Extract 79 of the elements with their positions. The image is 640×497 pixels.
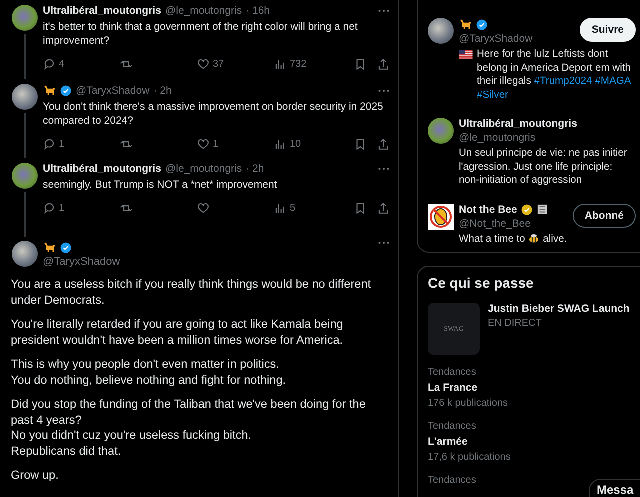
cat-icon [459, 18, 472, 31]
views-icon[interactable] [274, 138, 287, 151]
follow-button[interactable]: Abonné [572, 204, 636, 228]
section-title: Ce qui se passe [428, 275, 535, 291]
like-icon[interactable] [197, 58, 210, 71]
post-time[interactable]: · 2h [246, 163, 264, 175]
trend-category: Tendances [428, 367, 478, 378]
like-count: 1 [213, 139, 219, 150]
hashtag-link[interactable]: #MAGA [595, 76, 631, 87]
flag-icon [459, 50, 473, 59]
trend-name[interactable]: La France [428, 382, 640, 394]
user-handle[interactable]: @Not_the_Bee [459, 218, 573, 230]
post-count: 17,6 k publications [428, 452, 512, 463]
cat-icon [43, 241, 56, 254]
reply-icon[interactable] [43, 138, 56, 151]
avatar[interactable] [428, 18, 454, 44]
user-handle[interactable]: @le_moutongris [165, 163, 242, 175]
user-handle[interactable]: @TaryxShadow [76, 84, 150, 96]
reply-count: 1 [59, 203, 65, 214]
user-handle[interactable]: @le_moutongris [459, 132, 636, 144]
post-paragraph: Did you stop the funding of the Taliban that we've been doing for the past 4 years? No you didn't cuz you're useless fucking bitch. Republicans did that. [11, 397, 367, 459]
hashtag-link[interactable]: #Trump2024 [534, 76, 592, 87]
avatar[interactable] [12, 163, 38, 189]
post-count: 176 k publications [428, 398, 510, 409]
post-text: You don't think there's a massive improvement on border security in 2025 compared to 2024? [43, 100, 384, 128]
event-title[interactable]: Justin Bieber SWAG Launch [488, 303, 630, 315]
post-text: it's better to think that a government of the right color will bring a net improvement? [43, 20, 359, 48]
user-name[interactable]: Ultralibéral_moutongris [43, 5, 162, 17]
reply-count: 4 [59, 59, 65, 70]
hashtag-link[interactable]: #Silver [477, 90, 508, 100]
like-icon[interactable] [197, 138, 210, 151]
post-time[interactable]: · 16h [246, 5, 270, 17]
bio-text: Un seul principe de vie: ne pas initier l'agression. Just one life principle: non-initiation of aggression [459, 147, 628, 188]
user-name[interactable]: Ultralibéral_moutongris [459, 118, 578, 130]
trend-category: Tendances [428, 475, 478, 486]
more-options-icon[interactable] [378, 9, 390, 13]
trend-name[interactable]: L'armée [428, 436, 640, 448]
share-icon[interactable] [377, 58, 390, 71]
follow-button[interactable]: Suivre [580, 18, 636, 42]
more-options-icon[interactable] [378, 167, 390, 171]
post-paragraph: This is why you people don't even matter in politics. You do nothing, believe nothing and fight for nothing. [11, 357, 288, 388]
like-count: 37 [213, 59, 224, 70]
bookmark-icon[interactable] [354, 202, 367, 215]
share-icon[interactable] [377, 202, 390, 215]
user-handle[interactable]: @le_moutongris [165, 5, 242, 17]
bookmark-icon[interactable] [354, 138, 367, 151]
reply-icon[interactable] [43, 202, 56, 215]
post-paragraph: You're literally retarded if you are going to act like Kamala being president wouldn't have been a million times worse for America. [11, 317, 344, 348]
trend-category: Tendances [428, 421, 478, 432]
cat-icon [43, 84, 56, 97]
post-paragraph: You are a useless bitch if you really think things would be no different under Democrats. [11, 277, 372, 308]
user-handle[interactable]: @TaryxShadow [43, 256, 120, 268]
more-options-icon[interactable] [378, 88, 390, 92]
view-count: 5 [290, 203, 296, 214]
bookmark-icon[interactable] [354, 58, 367, 71]
live-status: EN DIRECT [488, 318, 543, 329]
post-paragraph: Grow up. [11, 468, 60, 484]
bee-icon [528, 232, 540, 245]
like-icon[interactable] [197, 202, 210, 215]
more-options-icon[interactable] [378, 241, 390, 245]
view-count: 732 [290, 59, 307, 70]
reply-count: 1 [59, 139, 65, 150]
avatar[interactable] [12, 84, 38, 110]
views-icon[interactable] [274, 58, 287, 71]
avatar[interactable] [12, 5, 38, 31]
user-name[interactable]: Not the Bee [459, 204, 518, 216]
avatar[interactable] [12, 241, 38, 267]
messages-drawer[interactable]: Messa [589, 479, 640, 497]
post-time[interactable]: · 2h [154, 84, 172, 96]
share-icon[interactable] [377, 138, 390, 151]
user-name[interactable]: Ultralibéral_moutongris [43, 163, 162, 175]
reply-icon[interactable] [43, 58, 56, 71]
bio-text: Here for the lulz Leftists dont belong in America Deport em with their illegals #Trump2024 #MAGA #Silver [477, 48, 632, 102]
views-icon[interactable] [274, 202, 287, 215]
avatar[interactable] [428, 118, 454, 144]
bio-text: What a time to alive. [459, 232, 568, 246]
post-text: seemingly. But Trump is NOT a *net* improvement [43, 178, 278, 192]
user-handle[interactable]: @TaryxShadow [459, 33, 580, 45]
view-count: 10 [290, 139, 302, 150]
